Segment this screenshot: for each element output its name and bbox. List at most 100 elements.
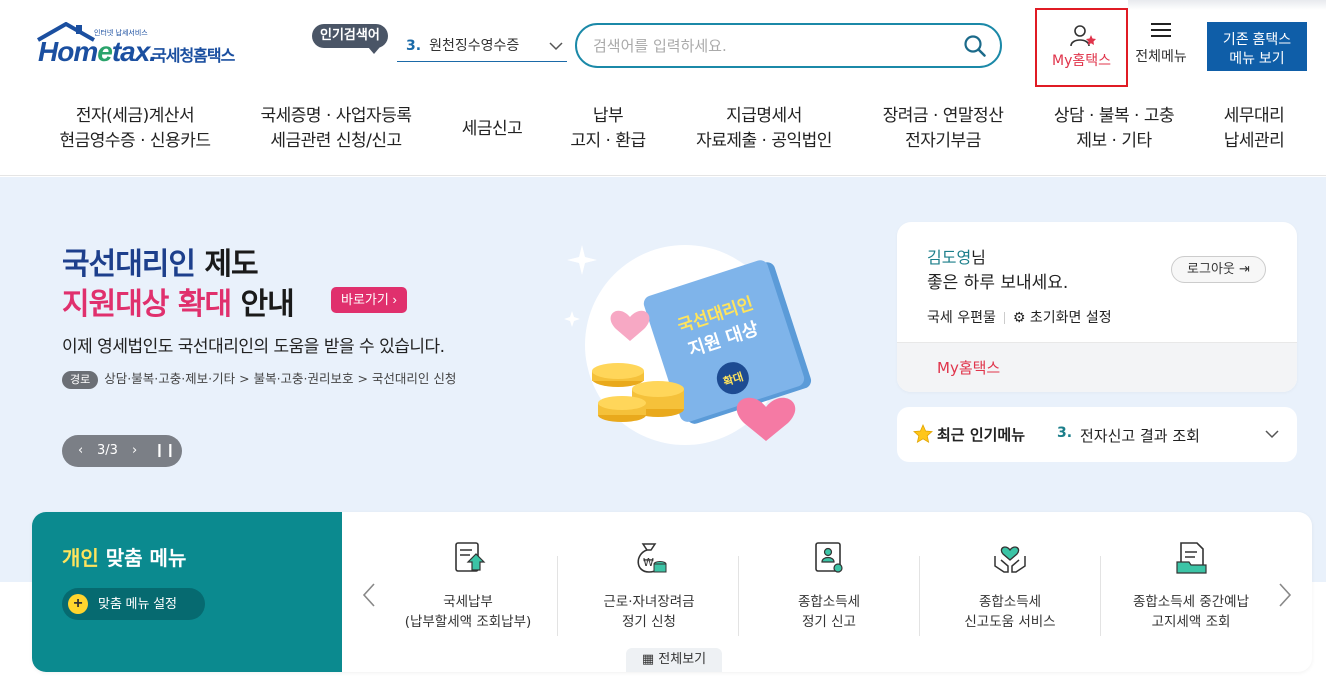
star-icon <box>913 424 933 444</box>
carousel-next-icon[interactable]: › <box>132 435 137 467</box>
custom-menu-label: 맞춤 메뉴 설정 <box>98 596 177 611</box>
main-nav: 전자(세금)계산서현금영수증 · 신용카드 국세증명 · 사업자등록세금관련 신… <box>0 92 1326 176</box>
hero-title-highlight: 지원대상 확대 <box>62 287 232 322</box>
item-line1: 종합소득세 <box>797 594 861 610</box>
hero-title-highlight: 국선대리인 <box>62 247 196 282</box>
search-box <box>575 23 1002 68</box>
reset-home-link[interactable]: 초기화면 설정 <box>1030 310 1112 326</box>
header-shadow <box>1128 0 1326 10</box>
login-links: 국세 우편물 ⚙ 초기화면 설정 <box>927 307 1112 327</box>
popular-search-select[interactable]: 3. 원천징수영수증 <box>397 32 567 62</box>
custom-menu-settings-button[interactable]: + 맞춤 메뉴 설정 <box>62 588 205 620</box>
personal-title-highlight: 개인 <box>62 546 99 570</box>
nav-sublabel: 자료제출 · 공익법인 <box>696 131 832 151</box>
my-hometax-label: My홈택스 <box>1051 53 1111 69</box>
nav-item-incentive[interactable]: 장려금 · 연말정산전자기부금 <box>872 104 1014 154</box>
nav-item-agent[interactable]: 세무대리납세관리 <box>1214 104 1294 154</box>
hometax-logo[interactable]: 인터넷 납세서비스 Hometax. 국세청홈택스 <box>34 22 249 72</box>
all-menu-button[interactable]: 전체메뉴 <box>1130 22 1192 66</box>
recent-popular-menu[interactable]: 최근 인기메뉴 3. 전자신고 결과 조회 <box>897 407 1297 462</box>
item-line1: 종합소득세 중간예납 <box>1132 594 1250 610</box>
hero-illustration: 국선대리인 지원 대상 확대 <box>564 245 812 445</box>
nav-sublabel: 현금영수증 · 신용카드 <box>59 131 211 151</box>
nav-label: 납부 <box>592 106 624 126</box>
view-all-button[interactable]: ▦ 전체보기 <box>626 648 722 672</box>
route-tag: 경로 <box>62 371 99 389</box>
carousel-pause-icon[interactable]: ❙❙ <box>154 435 176 467</box>
divider <box>557 556 558 636</box>
mailbox-link[interactable]: 국세 우편물 <box>927 310 996 326</box>
carousel-page: 3/3 <box>97 443 118 458</box>
item-line2: 정기 신고 <box>802 614 856 630</box>
recent-menu-item[interactable]: 전자신고 결과 조회 <box>1080 425 1200 446</box>
logout-button[interactable]: 로그아웃 ⇥ <box>1171 256 1266 283</box>
gear-icon: ⚙ <box>1012 310 1026 326</box>
nav-label: 전자(세금)계산서 <box>75 106 195 126</box>
user-name[interactable]: 김도영 <box>927 248 971 267</box>
nav-sublabel: 전자기부금 <box>905 131 981 151</box>
nav-item-statement[interactable]: 지급명세서 자료제출 · 공익법인 <box>688 104 840 154</box>
nav-sublabel: 납세관리 <box>1223 131 1285 151</box>
nav-label: 상담 · 불복 · 고충 <box>1053 106 1175 126</box>
recent-menu-title: 최근 인기메뉴 <box>937 426 1026 444</box>
nav-label: 장려금 · 연말정산 <box>882 106 1004 126</box>
money-bag-icon: ₩ <box>637 543 667 573</box>
greeting-text: 좋은 하루 보내세요. <box>927 273 1069 293</box>
nav-sublabel: 세금관련 신청/신고 <box>270 131 402 151</box>
item-line2: (납부할세액 조회납부) <box>404 614 532 630</box>
goto-button[interactable]: 바로가기 › <box>331 287 407 313</box>
nav-item-payment[interactable]: 납부 고지 · 환급 <box>558 104 658 154</box>
nav-item-tax-filing[interactable]: 세금신고 <box>452 117 532 142</box>
hero-title-line1: 국선대리인 제도 <box>62 239 259 283</box>
nav-sublabel: 제보 · 기타 <box>1076 131 1152 151</box>
heart-icon <box>736 397 796 441</box>
personal-menu-header: 개인 맞춤 메뉴 + 맞춤 메뉴 설정 <box>32 512 342 672</box>
view-all-label: 전체보기 <box>658 652 707 667</box>
plus-icon: + <box>68 594 88 614</box>
search-icon[interactable] <box>964 35 986 57</box>
item-line1: 근로·자녀장려금 <box>603 594 695 610</box>
all-menu-label: 전체메뉴 <box>1135 49 1187 65</box>
personal-menu-label: 국세납부 (납부할세액 조회납부) <box>378 592 558 632</box>
nav-item-invoice[interactable]: 전자(세금)계산서현금영수증 · 신용카드 <box>55 104 215 154</box>
personal-menu-item[interactable]: 국세납부 (납부할세액 조회납부) <box>378 540 558 640</box>
personal-menu-label: 종합소득세 신고도움 서비스 <box>920 592 1100 632</box>
login-card-footer: My홈택스 <box>897 342 1297 392</box>
header: 인터넷 납세서비스 Hometax. 국세청홈택스 인기검색어 3. 원천징수영수… <box>0 0 1326 92</box>
carousel-prev-icon[interactable]: ‹ <box>78 435 83 467</box>
personal-menu-item[interactable]: 종합소득세 중간예납 고지세액 조회 <box>1101 540 1281 640</box>
my-hometax-link[interactable]: My홈택스 <box>937 357 1000 378</box>
recent-menu-rank: 3. <box>1057 425 1073 441</box>
item-line2: 신고도움 서비스 <box>964 614 1056 630</box>
old-menu-button[interactable]: 기존 홈택스 메뉴 보기 <box>1207 22 1307 71</box>
hero-title-rest: 제도 <box>195 247 258 282</box>
personal-menu-label: 종합소득세 중간예납 고지세액 조회 <box>1101 592 1281 632</box>
logout-icon: ⇥ <box>1239 262 1250 277</box>
hamburger-icon <box>1151 23 1171 37</box>
user-star-icon <box>1070 25 1096 47</box>
hero-title-line2: 지원대상 확대 안내 <box>62 279 295 323</box>
personal-menu-label: 종합소득세정기 신고 <box>739 592 919 632</box>
chevron-down-icon[interactable] <box>1265 429 1279 439</box>
personal-menu-label: 근로·자녀장려금정기 신청 <box>559 592 739 632</box>
svg-text:₩: ₩ <box>643 556 654 569</box>
tax-payment-icon <box>455 542 486 572</box>
divider <box>1003 312 1005 324</box>
personal-menu-item[interactable]: ₩ 근로·자녀장려금정기 신청 <box>559 540 739 640</box>
helping-hands-heart-icon <box>994 546 1026 573</box>
personal-menu-item[interactable]: 종합소득세정기 신고 <box>739 540 919 640</box>
document-folder-icon <box>1176 542 1207 574</box>
login-card: 김도영님 좋은 하루 보내세요. 로그아웃 ⇥ 국세 우편물 ⚙ 초기화면 설정 … <box>897 222 1297 392</box>
personal-menu-item[interactable]: 종합소득세 신고도움 서비스 <box>920 540 1100 640</box>
popular-search-badge: 인기검색어 <box>312 24 388 54</box>
nav-item-certificate[interactable]: 국세증명 · 사업자등록세금관련 신청/신고 <box>250 104 422 154</box>
nav-label: 국세증명 · 사업자등록 <box>260 106 412 126</box>
search-input[interactable] <box>593 34 953 58</box>
nav-item-consult[interactable]: 상담 · 불복 · 고충제보 · 기타 <box>1043 104 1185 154</box>
user-greeting: 김도영님 <box>927 244 986 268</box>
my-hometax-button[interactable]: My홈택스 <box>1035 8 1128 87</box>
chevron-left-icon[interactable] <box>362 582 376 608</box>
nav-label: 세무대리 <box>1223 106 1285 126</box>
item-line2: 정기 신청 <box>622 614 676 630</box>
item-line1: 국세납부 <box>443 594 493 610</box>
